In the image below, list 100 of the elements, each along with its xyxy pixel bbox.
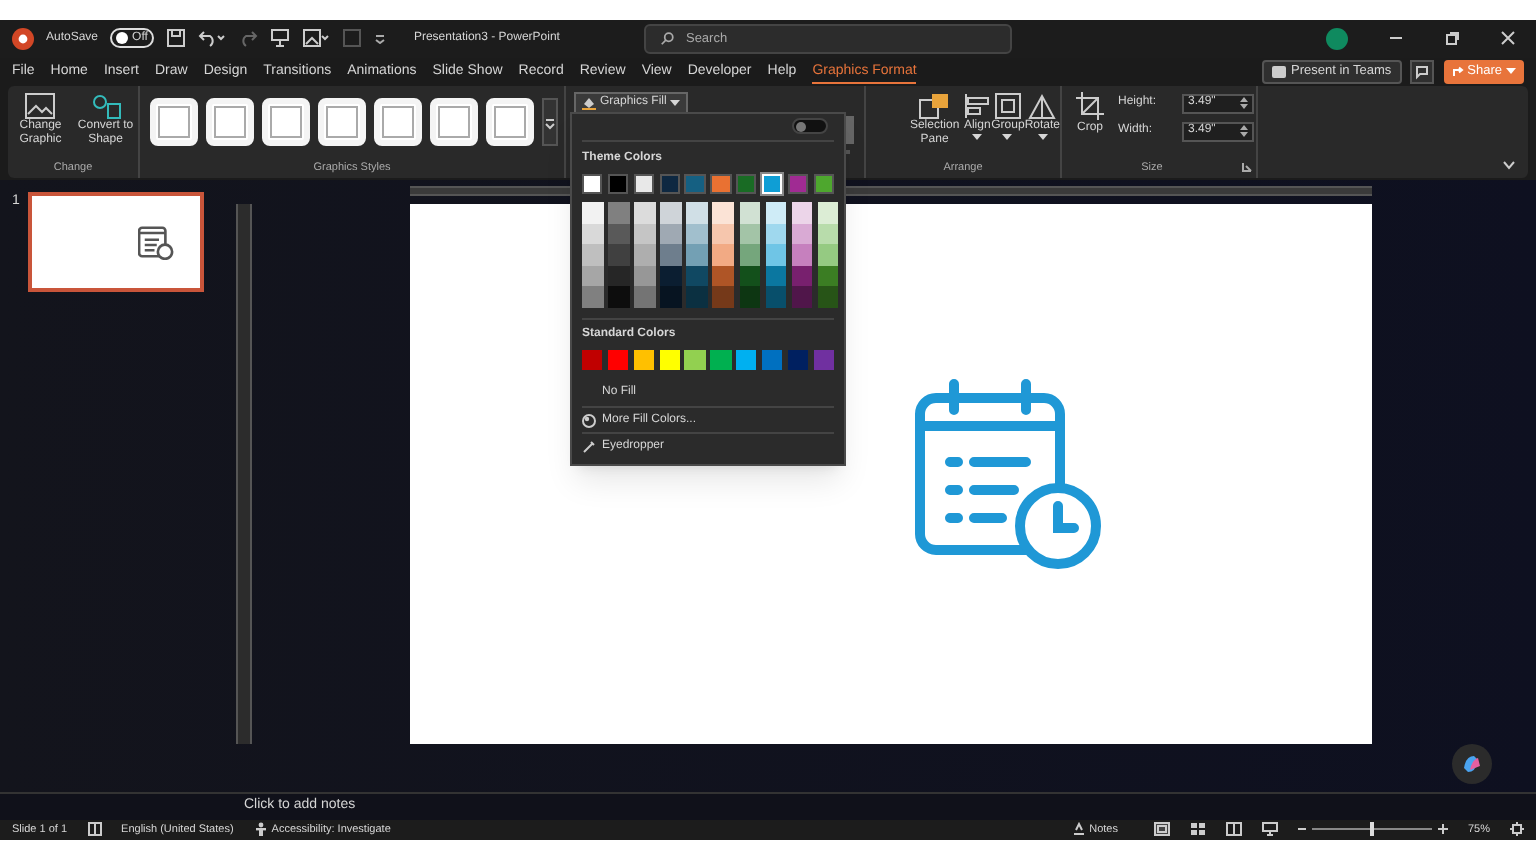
color-swatch[interactable] [582,202,603,224]
color-swatch[interactable] [659,173,680,195]
presentation-icon[interactable] [269,28,290,49]
color-swatch[interactable] [660,223,682,245]
color-swatch[interactable] [791,286,813,308]
customize-icon[interactable] [373,32,386,45]
color-swatch[interactable] [582,286,603,308]
color-swatch[interactable] [634,244,656,266]
color-swatch[interactable] [608,223,630,245]
collapse-ribbon-icon[interactable] [1502,159,1516,170]
graphic-style-thumbnail[interactable] [430,98,478,147]
slide-sorter-icon[interactable] [1189,822,1206,837]
caret-icon [1506,68,1516,75]
color-swatch[interactable] [582,349,603,371]
color-swatch[interactable] [791,244,813,266]
color-swatch[interactable] [712,286,734,308]
accessibility-icon[interactable] [253,822,268,837]
redo-icon[interactable] [237,28,258,49]
color-swatch[interactable] [582,223,603,245]
color-swatch[interactable] [739,244,761,266]
graphic-style-thumbnail[interactable] [206,98,254,147]
color-swatch[interactable] [686,265,708,287]
color-swatch[interactable] [684,349,706,371]
color-swatch[interactable] [607,349,629,371]
color-swatch[interactable] [712,202,734,224]
comment-icon[interactable] [1409,59,1434,84]
color-swatch[interactable] [660,286,682,308]
graphic-style-thumbnail[interactable] [374,98,422,147]
color-swatch[interactable] [817,286,839,308]
color-swatch[interactable] [791,202,813,224]
color-swatch[interactable] [634,286,656,308]
color-swatch[interactable] [762,349,783,371]
color-swatch[interactable] [765,286,787,308]
color-swatch[interactable] [582,244,603,266]
slideshow-icon[interactable] [1261,822,1278,837]
color-swatch[interactable] [739,223,761,245]
color-swatch[interactable] [634,265,656,287]
fit-slide-icon[interactable] [1510,822,1524,837]
color-swatch[interactable] [813,349,834,371]
copilot-icon[interactable] [1452,743,1492,784]
color-swatch[interactable] [739,265,761,287]
save-icon[interactable] [165,28,186,49]
color-swatch[interactable] [712,223,734,245]
slide-thumbnail[interactable] [27,191,204,292]
color-swatch[interactable] [736,173,757,195]
color-swatch[interactable] [634,223,656,245]
dialog-launcher-icon[interactable] [1242,162,1252,173]
color-swatch[interactable] [608,265,630,287]
color-swatch[interactable] [582,265,603,287]
color-swatch[interactable] [765,202,787,224]
graphic-style-thumbnail[interactable] [150,98,198,147]
color-swatch[interactable] [660,265,682,287]
color-swatch[interactable] [710,173,732,195]
color-swatch[interactable] [712,265,734,287]
color-swatch[interactable] [710,349,732,371]
color-swatch[interactable] [739,202,761,224]
color-swatch[interactable] [817,223,839,245]
color-swatch[interactable] [686,202,708,224]
color-swatch[interactable] [765,265,787,287]
more-styles-icon[interactable] [542,98,558,147]
color-swatch[interactable] [608,202,630,224]
close-icon[interactable] [1500,30,1516,47]
color-swatch[interactable] [817,244,839,266]
graphic-style-thumbnail[interactable] [262,98,310,147]
color-swatch[interactable] [791,265,813,287]
color-swatch[interactable] [634,202,656,224]
color-swatch[interactable] [686,286,708,308]
zoom-in-icon[interactable] [1437,824,1448,835]
color-swatch[interactable] [817,265,839,287]
color-swatch[interactable] [684,173,706,195]
color-swatch[interactable] [660,202,682,224]
color-swatch[interactable] [765,244,787,266]
color-swatch[interactable] [787,349,809,371]
color-swatch[interactable] [813,173,834,195]
spell-check-icon[interactable] [87,822,102,837]
color-swatch[interactable] [686,244,708,266]
picture-icon[interactable] [301,28,330,49]
avatar[interactable] [1326,27,1348,50]
reading-view-icon[interactable] [1225,822,1242,837]
color-swatch[interactable] [817,202,839,224]
color-swatch[interactable] [736,349,757,371]
color-swatch[interactable] [659,349,680,371]
color-swatch[interactable] [608,244,630,266]
color-swatch[interactable] [607,173,629,195]
color-swatch[interactable] [712,244,734,266]
color-swatch[interactable] [739,286,761,308]
color-swatch[interactable] [686,223,708,245]
color-swatch[interactable] [633,173,654,195]
color-swatch[interactable] [633,349,654,371]
undo-icon[interactable] [197,28,226,49]
color-swatch[interactable] [765,223,787,245]
restore-icon[interactable] [1444,30,1460,47]
color-swatch[interactable] [608,286,630,308]
normal-view-icon[interactable] [1153,822,1170,837]
graphic-style-thumbnail[interactable] [318,98,366,147]
graphic-style-thumbnail[interactable] [486,98,534,147]
color-swatch[interactable] [791,223,813,245]
color-swatch[interactable] [787,173,809,195]
color-swatch[interactable] [660,244,682,266]
color-swatch[interactable] [582,173,603,195]
